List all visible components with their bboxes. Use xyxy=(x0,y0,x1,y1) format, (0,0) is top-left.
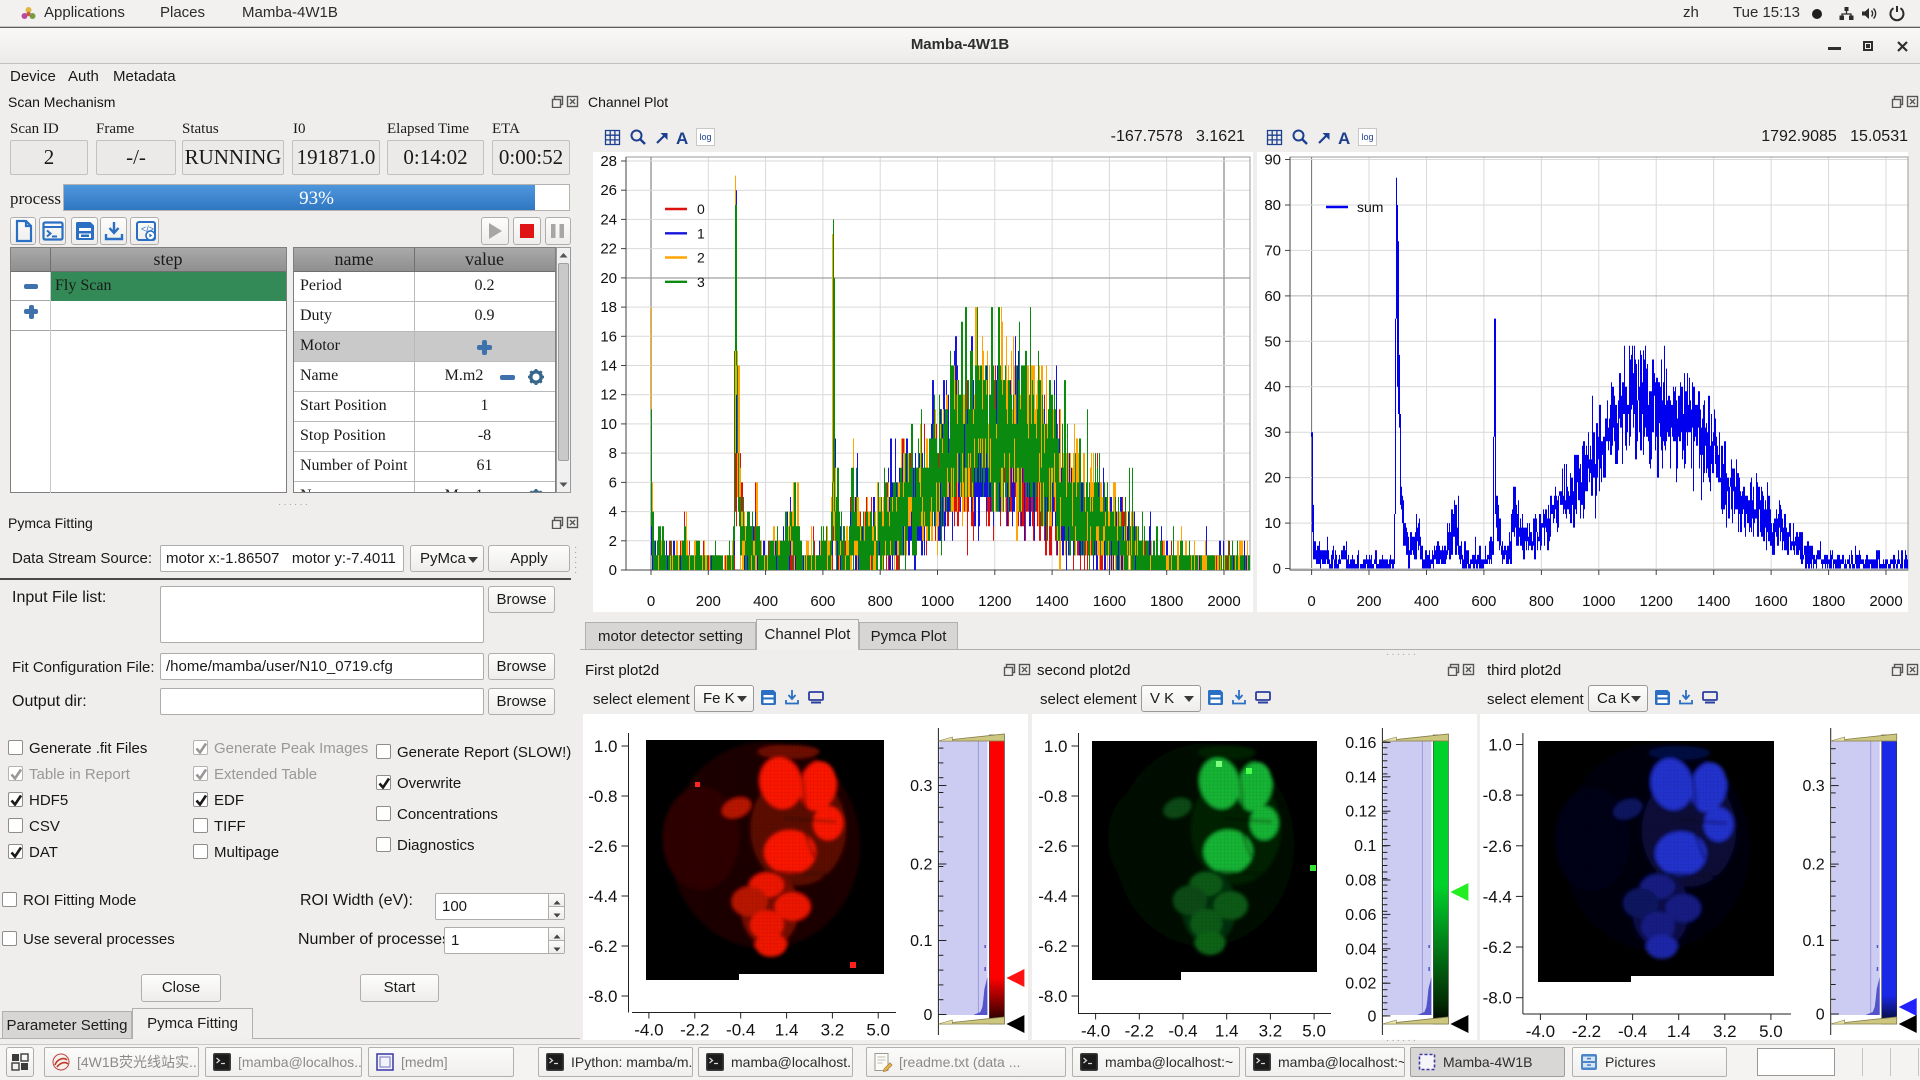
svg-text:0.3: 0.3 xyxy=(910,778,932,795)
svg-text:-0.4: -0.4 xyxy=(1618,1022,1647,1041)
svg-text:0.12: 0.12 xyxy=(1345,804,1376,821)
svg-text:-6.2: -6.2 xyxy=(1038,937,1067,956)
svg-text:5.0: 5.0 xyxy=(1759,1022,1783,1041)
svg-text:5.0: 5.0 xyxy=(1302,1022,1326,1041)
svg-text:0.1: 0.1 xyxy=(1354,838,1376,855)
svg-text:-8.0: -8.0 xyxy=(1483,989,1512,1008)
svg-text:0.08: 0.08 xyxy=(1345,873,1376,890)
svg-text:0.2: 0.2 xyxy=(1802,857,1824,874)
svg-text:0.1: 0.1 xyxy=(1802,933,1824,950)
svg-text:0.16: 0.16 xyxy=(1345,735,1376,752)
svg-text:0.2: 0.2 xyxy=(910,857,932,874)
svg-text:3.2: 3.2 xyxy=(821,1021,845,1040)
svg-text:1.0: 1.0 xyxy=(594,737,618,756)
svg-text:-4.4: -4.4 xyxy=(1038,887,1067,906)
svg-text:0.06: 0.06 xyxy=(1345,907,1376,924)
svg-text:-4.0: -4.0 xyxy=(1081,1022,1110,1041)
svg-text:-0.8: -0.8 xyxy=(1038,787,1067,806)
svg-text:-2.6: -2.6 xyxy=(1483,837,1512,856)
svg-text:1.4: 1.4 xyxy=(1215,1022,1239,1041)
svg-text:-2.2: -2.2 xyxy=(680,1021,709,1040)
svg-text:-4.0: -4.0 xyxy=(634,1021,663,1040)
svg-text:-8.0: -8.0 xyxy=(588,987,617,1006)
svg-text:0.3: 0.3 xyxy=(1802,778,1824,795)
svg-text:-0.4: -0.4 xyxy=(1168,1022,1197,1041)
svg-text:-6.2: -6.2 xyxy=(588,937,617,956)
svg-text:-8.0: -8.0 xyxy=(1038,987,1067,1006)
svg-text:0: 0 xyxy=(1816,1007,1825,1024)
svg-text:0.02: 0.02 xyxy=(1345,976,1376,993)
svg-text:-2.2: -2.2 xyxy=(1125,1022,1154,1041)
svg-text:-4.4: -4.4 xyxy=(588,887,617,906)
svg-text:-2.6: -2.6 xyxy=(588,837,617,856)
svg-text:-4.0: -4.0 xyxy=(1526,1022,1555,1041)
svg-text:1.4: 1.4 xyxy=(1667,1022,1691,1041)
svg-text:0.1: 0.1 xyxy=(910,933,932,950)
svg-text:1.0: 1.0 xyxy=(1044,737,1068,756)
svg-text:0.14: 0.14 xyxy=(1345,769,1376,786)
svg-text:0.04: 0.04 xyxy=(1345,941,1376,958)
svg-text:0: 0 xyxy=(923,1007,932,1024)
svg-text:3.2: 3.2 xyxy=(1259,1022,1283,1041)
svg-text:-2.2: -2.2 xyxy=(1572,1022,1601,1041)
svg-text:5.0: 5.0 xyxy=(866,1021,890,1040)
svg-text:3.2: 3.2 xyxy=(1713,1022,1737,1041)
svg-text:-6.2: -6.2 xyxy=(1483,938,1512,957)
svg-text:-0.8: -0.8 xyxy=(588,787,617,806)
svg-text:0: 0 xyxy=(1367,1008,1376,1025)
svg-text:1.0: 1.0 xyxy=(1488,736,1512,755)
svg-text:-0.4: -0.4 xyxy=(726,1021,755,1040)
svg-text:-4.4: -4.4 xyxy=(1483,887,1512,906)
svg-text:-2.6: -2.6 xyxy=(1038,837,1067,856)
svg-text:1.4: 1.4 xyxy=(775,1021,799,1040)
svg-text:-0.8: -0.8 xyxy=(1483,786,1512,805)
